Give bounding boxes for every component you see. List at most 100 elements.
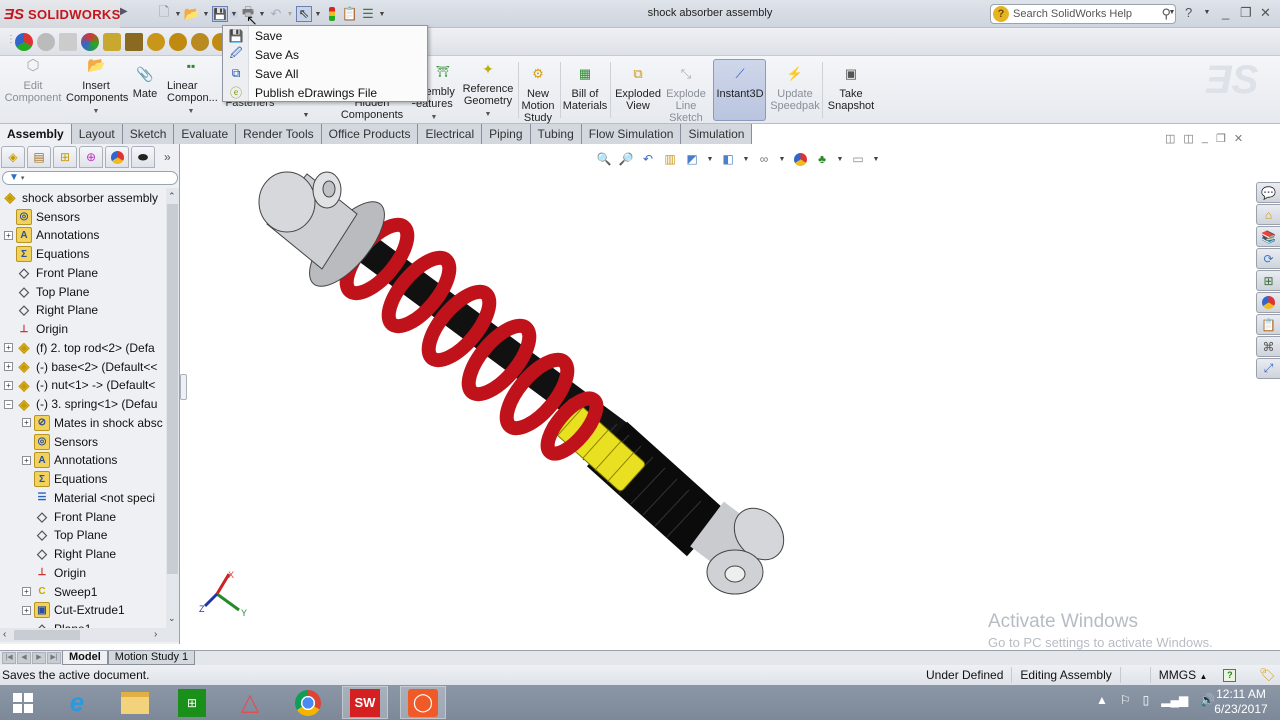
new-icon[interactable]: 🗋 — [156, 4, 172, 22]
insert-components-dropdown[interactable]: ▼ — [66, 106, 126, 118]
schedule-render-icon[interactable] — [191, 33, 209, 51]
help-search-input[interactable]: ? Search SolidWorks Help ⚲ — [990, 4, 1176, 24]
instant3d-button[interactable]: ⟋ Instant3D — [714, 67, 766, 100]
help-icon[interactable]: ? — [1185, 5, 1192, 20]
next-tab-icon[interactable]: ▶ — [32, 652, 46, 664]
open-icon[interactable]: 📂 — [184, 6, 200, 22]
shock-absorber-model[interactable]: X Y Z — [187, 144, 1280, 650]
tab-simulation[interactable]: Simulation — [681, 124, 753, 144]
tree-node[interactable]: + ◈ (-) base<2> (Default<< — [4, 357, 157, 376]
analysis-icon[interactable]: ⤢ — [1256, 358, 1280, 379]
custom-properties-icon[interactable]: 📋 — [1256, 314, 1280, 335]
tree-root[interactable]: ◈ shock absorber assembly — [2, 188, 158, 207]
help-dropdown[interactable]: ▼ — [1203, 9, 1211, 16]
taskbar-internet-explorer[interactable]: e — [54, 686, 100, 719]
final-render-icon[interactable] — [125, 33, 143, 51]
expand-icon[interactable]: + — [4, 380, 13, 390]
minimize-icon[interactable]: _ — [1222, 5, 1229, 20]
display-manager-tab-icon[interactable] — [105, 146, 129, 168]
solidworks-logo[interactable]: ƎS SOLIDWORKS — [0, 0, 120, 28]
appearances-icon[interactable] — [1256, 292, 1280, 313]
start-button[interactable] — [0, 686, 46, 719]
expand-icon[interactable]: + — [4, 362, 13, 371]
scene-icon[interactable] — [37, 33, 55, 51]
tree-scroll-thumb[interactable] — [167, 204, 178, 574]
open-dropdown[interactable]: ▼ — [202, 11, 210, 18]
tree-filter-input[interactable]: ▼ ▾ — [2, 171, 178, 185]
tab-flow-simulation[interactable]: Flow Simulation — [581, 124, 682, 144]
simulation-advisor-icon[interactable]: ⌘ — [1256, 336, 1280, 357]
close-icon[interactable]: ✕ — [1260, 5, 1271, 21]
scroll-down-icon[interactable]: ⌄ — [168, 613, 176, 624]
menu-item-publish-edrawings[interactable]: ⓔ Publish eDrawings File — [223, 83, 427, 102]
new-dropdown[interactable]: ▼ — [174, 11, 182, 18]
tab-render-tools[interactable]: Render Tools — [236, 124, 322, 144]
tab-assembly[interactable]: Assembly — [0, 124, 72, 144]
reference-geometry-button[interactable]: ✦ Reference Geometry ▼ — [460, 62, 516, 121]
menu-item-save-as[interactable]: 🖉 Save As — [223, 45, 427, 64]
design-library-icon[interactable]: 📚 — [1256, 226, 1280, 247]
configuration-manager-tab-icon[interactable]: ⊞ — [53, 146, 77, 168]
tree-node[interactable]: ◇ Top Plane — [22, 526, 107, 545]
action-center-icon[interactable]: ⚐ — [1120, 693, 1131, 707]
tree-node[interactable]: Σ Equations — [4, 245, 89, 264]
undo-icon[interactable]: ↶ — [268, 6, 284, 22]
undo-dropdown[interactable]: ▼ — [286, 11, 294, 18]
dimxpert-tab-icon[interactable]: ⊕ — [79, 146, 103, 168]
tree-node[interactable]: + ▣ Cut-Extrude1 — [22, 601, 125, 620]
bill-of-materials-button[interactable]: ▦ Bill of Materials — [562, 67, 608, 112]
file-explorer-pane-icon[interactable]: ⟳ — [1256, 248, 1280, 269]
tree-node[interactable]: + ⊘ Mates in shock absc — [22, 413, 163, 432]
tree-node[interactable]: ◇ Top Plane — [4, 282, 89, 301]
taskbar-solidworks[interactable]: SW — [342, 686, 388, 719]
expand-icon[interactable]: + — [4, 230, 13, 240]
exploded-view-button[interactable]: ⧉ Exploded View — [614, 67, 662, 112]
linear-component-pattern-button[interactable]: ▪▪ Linear Compon... ▼ — [164, 60, 218, 118]
tree-node[interactable]: ◇ Front Plane — [4, 263, 98, 282]
scroll-right-icon[interactable]: › — [154, 629, 157, 640]
expand-icon[interactable]: + — [22, 587, 31, 596]
insert-components-button[interactable]: 📂 Insert Components ▼ — [66, 58, 128, 118]
options-render-icon[interactable] — [147, 33, 165, 51]
save-icon[interactable]: 💾 — [212, 6, 228, 22]
collapse-icon[interactable]: − — [4, 399, 13, 409]
tree-node[interactable]: ◇ Right Plane — [4, 301, 98, 320]
units-selector[interactable]: MMGS ▲ — [1151, 667, 1216, 683]
tab-sketch[interactable]: Sketch — [122, 124, 175, 144]
expand-icon[interactable]: + — [22, 605, 31, 615]
save-dropdown[interactable]: ▼ — [230, 10, 238, 18]
rebuild-icon[interactable] — [324, 6, 340, 22]
menu-item-save-all[interactable]: ⧉ Save All — [223, 64, 427, 83]
show-hidden-icons[interactable]: ▲ — [1096, 693, 1108, 707]
reference-geometry-dropdown[interactable]: ▼ — [460, 109, 516, 121]
tree-node[interactable]: ⊥ Origin — [4, 320, 68, 339]
print-dropdown[interactable]: ▼ — [258, 11, 266, 18]
tree-node[interactable]: ◇ Front Plane — [22, 507, 116, 526]
solidworks-resources-icon[interactable]: 💬 — [1256, 182, 1280, 203]
tree-node[interactable]: + ◈ (-) nut<1> -> (Default< — [4, 376, 155, 395]
render-region-icon[interactable] — [103, 33, 121, 51]
tree-node[interactable]: ◎ Sensors — [4, 207, 80, 226]
home-icon[interactable]: ⌂ — [1256, 204, 1280, 225]
first-tab-icon[interactable]: |◀ — [2, 652, 16, 664]
taskbar-store[interactable]: ⊞ — [169, 686, 215, 719]
search-dropdown[interactable]: ▼ — [1168, 9, 1176, 16]
decals-icon[interactable] — [59, 33, 77, 51]
scroll-up-icon[interactable]: ⌃ — [168, 191, 176, 202]
tab-office-products[interactable]: Office Products — [321, 124, 419, 144]
last-tab-icon[interactable]: ▶| — [47, 652, 61, 664]
camera-tab-icon[interactable]: ⬬ — [131, 146, 155, 168]
tab-model[interactable]: Model — [62, 651, 108, 665]
scroll-left-icon[interactable]: ‹ — [3, 629, 6, 640]
prev-tab-icon[interactable]: ◀ — [17, 652, 31, 664]
options-icon[interactable]: ☰ — [360, 6, 376, 22]
tree-hscroll-thumb[interactable] — [14, 630, 80, 640]
linear-pattern-dropdown[interactable]: ▼ — [164, 106, 218, 118]
tree-node[interactable]: + A Annotations — [4, 226, 99, 245]
preview-icon[interactable] — [169, 33, 187, 51]
select-dropdown[interactable]: ▼ — [314, 11, 322, 18]
panel-splitter[interactable] — [180, 374, 187, 400]
tree-node[interactable]: ◇Plane1 — [22, 620, 91, 628]
view-palette-icon[interactable]: ⊞ — [1256, 270, 1280, 291]
update-speedpak-button[interactable]: ⚡ Update Speedpak — [770, 67, 820, 112]
